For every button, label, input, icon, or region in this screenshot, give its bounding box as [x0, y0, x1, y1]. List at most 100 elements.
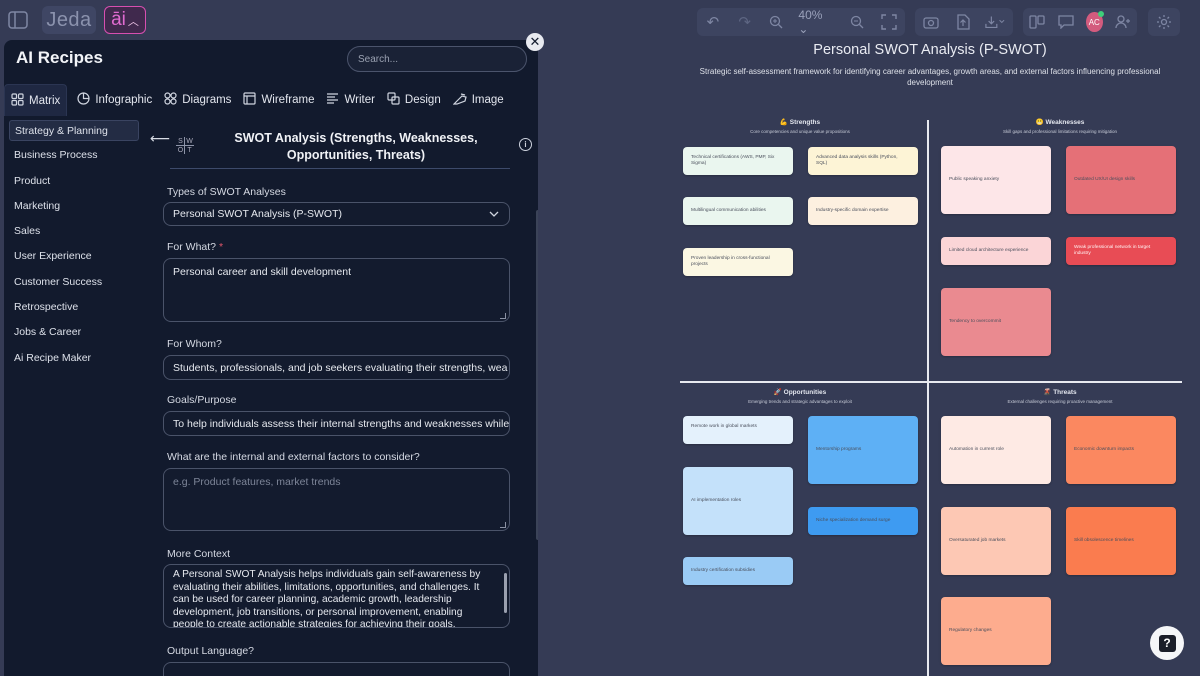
sticky-note[interactable]: Tendency to overcommit: [941, 288, 1051, 356]
sticky-note[interactable]: Oversaturated job markets: [941, 507, 1051, 575]
sticky-note[interactable]: Public speaking anxiety: [941, 146, 1051, 214]
camera-icon[interactable]: [921, 12, 941, 32]
export-toolbar-group: [915, 8, 1013, 36]
zoom-out-icon[interactable]: [847, 12, 867, 32]
sticky-note[interactable]: Economic downturn impacts: [1066, 416, 1176, 484]
sidebar-toggle-icon: [8, 11, 28, 29]
sticky-note[interactable]: Mentorship programs: [808, 416, 918, 484]
context-label: More Context: [167, 548, 231, 560]
online-status-dot: [1097, 11, 1104, 17]
tab-label: Infographic: [95, 94, 153, 106]
quadrant-divider-horizontal: [680, 381, 1182, 383]
title-divider: [170, 168, 510, 169]
context-value: A Personal SWOT Analysis helps individua…: [173, 569, 481, 628]
for-whom-input[interactable]: Students, professionals, and job seekers…: [163, 355, 510, 380]
sticky-note[interactable]: Advanced data analysis skills (Python, S…: [808, 147, 918, 175]
swot-letter: W: [186, 138, 193, 145]
category-customer-success[interactable]: Customer Success: [9, 272, 139, 293]
swot-letter: T: [187, 147, 192, 154]
sticky-note[interactable]: Industry certification subsidies: [683, 557, 793, 585]
tab-image[interactable]: Image: [447, 84, 510, 116]
category-jobs-career[interactable]: Jobs & Career: [9, 322, 139, 343]
goals-input[interactable]: To help individuals assess their interna…: [163, 411, 510, 436]
sticky-note[interactable]: Proven leadership in cross-functional pr…: [683, 248, 793, 276]
category-product[interactable]: Product: [9, 171, 139, 192]
output-language-select[interactable]: [163, 662, 510, 676]
redo-icon[interactable]: ↷: [735, 12, 755, 32]
zoom-level[interactable]: 40% ⌄: [798, 8, 835, 36]
category-sales[interactable]: Sales: [9, 221, 139, 242]
resize-handle-icon[interactable]: [500, 313, 506, 319]
sticky-note[interactable]: Technical certifications (AWS, PMP, Six …: [683, 147, 793, 175]
category-marketing[interactable]: Marketing: [9, 196, 139, 217]
category-retrospective[interactable]: Retrospective: [9, 297, 139, 318]
sticky-note[interactable]: Weak professional network in target indu…: [1066, 237, 1176, 265]
add-user-icon[interactable]: [1115, 12, 1132, 32]
swot-icon: S W O T: [176, 136, 194, 154]
jeda-logo[interactable]: Jeda: [42, 6, 96, 34]
category-strategy-planning[interactable]: Strategy & Planning: [9, 120, 139, 141]
info-icon[interactable]: i: [519, 138, 532, 151]
ai-recipes-toggle[interactable]: āi ︿: [104, 6, 146, 34]
factors-textarea[interactable]: e.g. Product features, market trends: [163, 468, 510, 531]
factors-placeholder: e.g. Product features, market trends: [173, 476, 341, 488]
pie-icon: [77, 92, 90, 108]
tab-label: Image: [471, 94, 504, 106]
sticky-note[interactable]: Niche specialization demand surge: [808, 507, 918, 535]
tab-diagrams[interactable]: Diagrams: [158, 84, 237, 116]
settings-icon[interactable]: [1154, 12, 1174, 32]
tab-label: Matrix: [29, 94, 61, 107]
for-what-textarea[interactable]: Personal career and skill development: [163, 258, 510, 322]
zoom-in-icon[interactable]: [767, 12, 787, 32]
category-user-experience[interactable]: User Experience: [9, 246, 139, 267]
sidebar-toggle-button[interactable]: [4, 6, 32, 34]
sticky-note[interactable]: Skill obsolescence timelines: [1066, 507, 1176, 575]
user-avatar[interactable]: AC: [1086, 11, 1104, 32]
tab-label: Design: [404, 94, 441, 106]
for-what-value: Personal career and skill development: [173, 266, 352, 278]
board-subtitle: Strategic self-assessment framework for …: [699, 67, 1161, 87]
category-business-process[interactable]: Business Process: [9, 145, 139, 166]
sticky-note[interactable]: Automation in current role: [941, 416, 1051, 484]
sticky-note[interactable]: Outdated UX/UI design skills: [1066, 146, 1176, 214]
recipe-tabs: Matrix Infographic Diagrams Wireframe Wr…: [4, 84, 538, 116]
ai-recipes-panel: AI Recipes Matrix Infographic Diagrams W…: [4, 40, 538, 676]
help-button[interactable]: ?: [1150, 626, 1184, 660]
wireframe-icon: [243, 92, 257, 108]
resize-handle-icon[interactable]: [500, 522, 506, 528]
opportunities-title: 🚀 Opportunities: [773, 389, 827, 396]
sticky-note[interactable]: Limited cloud architecture experience: [941, 237, 1051, 265]
writer-icon: [326, 92, 339, 108]
sticky-note[interactable]: Regulatory changes: [941, 597, 1051, 665]
tab-design[interactable]: Design: [381, 84, 447, 116]
upload-icon[interactable]: [953, 12, 973, 32]
context-textarea[interactable]: A Personal SWOT Analysis helps individua…: [163, 564, 510, 628]
comment-icon[interactable]: [1058, 12, 1075, 32]
goals-label: Goals/Purpose: [167, 394, 237, 406]
swot-type-value: Personal SWOT Analysis (P-SWOT): [173, 208, 343, 220]
undo-icon[interactable]: ↶: [703, 12, 723, 32]
sticky-note[interactable]: Industry-specific domain expertise: [808, 197, 918, 225]
logo-text: Jeda: [46, 8, 92, 31]
sticky-note[interactable]: AI implementation roles: [683, 467, 793, 535]
tab-writer[interactable]: Writer: [320, 84, 380, 116]
weaknesses-subtitle: Skill gaps and professional limitations …: [1002, 129, 1118, 134]
swot-type-select[interactable]: Personal SWOT Analysis (P-SWOT): [163, 202, 510, 226]
recipe-search-input[interactable]: [347, 46, 527, 72]
close-panel-icon[interactable]: ✕: [526, 33, 544, 51]
category-ai-recipe-maker[interactable]: Ai Recipe Maker: [9, 348, 139, 369]
fit-screen-icon[interactable]: [879, 12, 899, 32]
recipe-title: SWOT Analysis (Strengths, Weaknesses, Op…: [234, 131, 478, 162]
tab-infographic[interactable]: Infographic: [71, 84, 158, 116]
quadrant-divider-vertical: [927, 120, 929, 676]
swot-board: Personal SWOT Analysis (P-SWOT) Strategi…: [538, 40, 1200, 676]
for-what-label-text: For What?: [167, 241, 217, 253]
presentation-icon[interactable]: [1029, 12, 1046, 32]
download-icon[interactable]: [985, 12, 1005, 32]
back-arrow-icon[interactable]: ⟵: [150, 130, 170, 147]
sticky-note[interactable]: Multilingual communication abilities: [683, 197, 793, 225]
textarea-scrollbar[interactable]: [504, 573, 507, 613]
tab-wireframe[interactable]: Wireframe: [237, 84, 320, 116]
sticky-note[interactable]: Remote work in global markets: [683, 416, 793, 444]
tab-matrix[interactable]: Matrix: [4, 84, 68, 116]
